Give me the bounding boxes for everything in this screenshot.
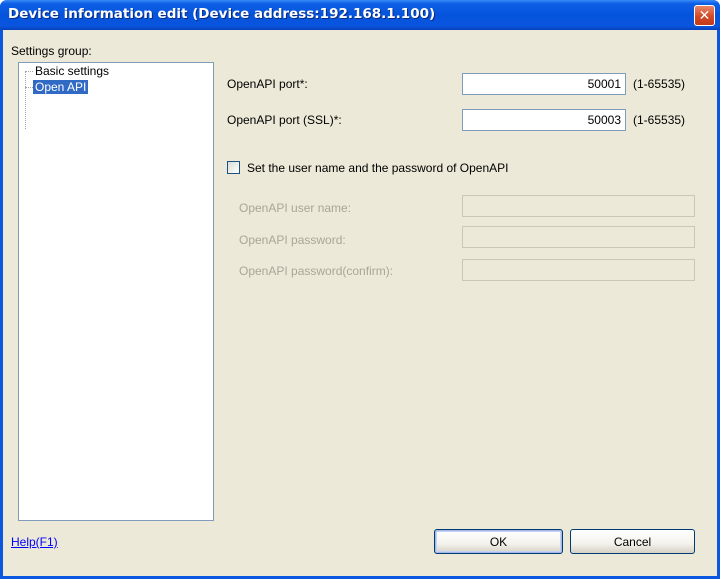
close-icon: ✕ xyxy=(698,7,711,24)
openapi-port-range: (1-65535) xyxy=(633,77,686,91)
dialog-window: Device information edit (Device address:… xyxy=(0,0,720,579)
openapi-port-field[interactable]: 50001 xyxy=(462,73,626,95)
openapi-port-label: OpenAPI port*: xyxy=(227,77,308,91)
credentials-checkbox[interactable] xyxy=(227,161,240,174)
tree-connector xyxy=(25,87,33,88)
title-bar[interactable]: Device information edit (Device address:… xyxy=(0,0,720,30)
openapi-password-confirm-label: OpenAPI password(confirm): xyxy=(239,264,394,278)
openapi-password-label: OpenAPI password: xyxy=(239,233,346,247)
dialog-body: Settings group: Basic settings Open API … xyxy=(3,30,717,576)
openapi-user-name-field[interactable] xyxy=(462,195,695,217)
credentials-checkbox-label[interactable]: Set the user name and the password of Op… xyxy=(247,161,509,175)
tree-item-basic-settings[interactable]: Basic settings xyxy=(33,64,111,78)
window-title: Device information edit (Device address:… xyxy=(8,6,436,22)
settings-group-tree[interactable]: Basic settings Open API xyxy=(18,62,214,521)
openapi-password-confirm-field[interactable] xyxy=(462,259,695,281)
help-link[interactable]: Help(F1) xyxy=(11,535,58,549)
tree-connector xyxy=(25,71,33,72)
openapi-port-ssl-range: (1-65535) xyxy=(633,113,686,127)
tree-item-open-api[interactable]: Open API xyxy=(33,80,89,94)
openapi-user-name-label: OpenAPI user name: xyxy=(239,201,352,215)
settings-group-label: Settings group: xyxy=(11,44,92,58)
openapi-port-ssl-label: OpenAPI port (SSL)*: xyxy=(227,113,342,127)
close-button[interactable]: ✕ xyxy=(694,5,715,26)
cancel-button[interactable]: Cancel xyxy=(570,529,695,554)
openapi-port-ssl-field[interactable]: 50003 xyxy=(462,109,626,131)
tree-connector xyxy=(25,71,26,129)
openapi-password-field[interactable] xyxy=(462,226,695,248)
ok-button[interactable]: OK xyxy=(434,529,563,554)
